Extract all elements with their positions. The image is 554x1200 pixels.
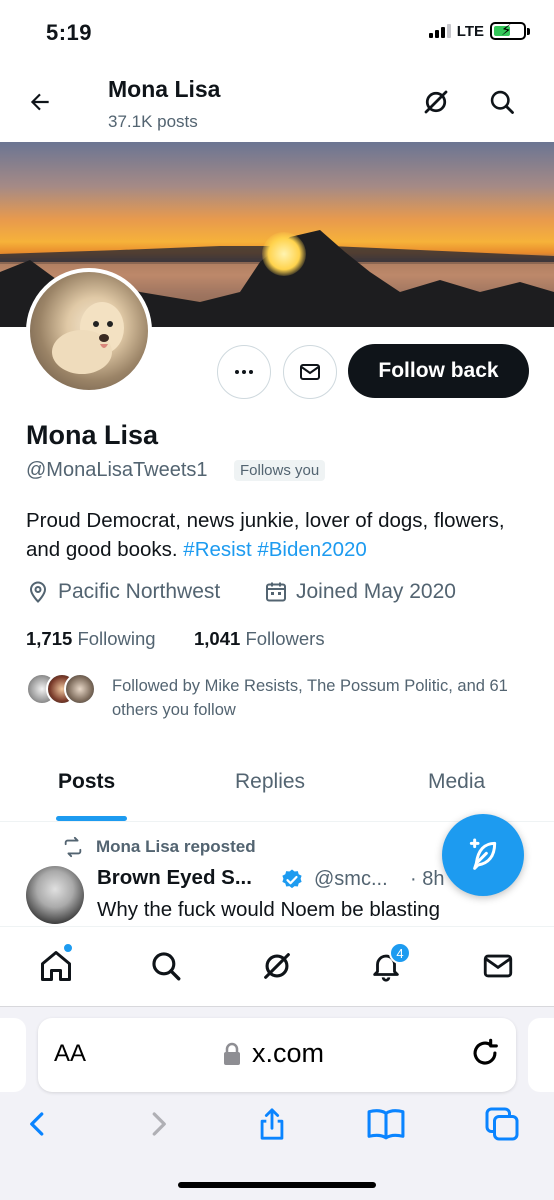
compose-feather-icon	[469, 838, 497, 870]
reload-icon[interactable]	[468, 1036, 502, 1070]
status-time: 5:19	[46, 20, 93, 45]
sun-glow	[262, 232, 306, 276]
share-icon	[260, 1108, 284, 1140]
share-button[interactable]	[252, 1104, 292, 1144]
follow-back-button[interactable]: Follow back	[348, 344, 529, 398]
header-post-count: 37.1K posts	[108, 112, 198, 131]
display-name: Mona Lisa	[26, 420, 159, 450]
home-indicator	[178, 1182, 376, 1188]
nav-messages[interactable]	[478, 946, 518, 986]
signal-icon	[428, 24, 451, 38]
mail-icon	[300, 364, 320, 380]
tab-posts[interactable]: Posts	[58, 770, 115, 794]
chevron-right-icon	[152, 1112, 166, 1136]
chevron-left-icon	[30, 1112, 44, 1136]
repost-label: Mona Lisa reposted	[96, 837, 256, 856]
browser-forward-button[interactable]	[138, 1104, 178, 1144]
arrow-left-icon	[30, 93, 49, 111]
book-icon	[367, 1109, 405, 1140]
profile-location: Pacific Northwest	[26, 580, 220, 604]
tab-replies[interactable]: Replies	[235, 770, 305, 794]
message-button[interactable]	[283, 345, 337, 399]
tabs-icon	[485, 1107, 519, 1141]
user-handle: @MonaLisaTweets1	[26, 459, 208, 481]
followers-label: Followers	[245, 628, 325, 649]
browser-back-button[interactable]	[18, 1104, 58, 1144]
page-settings-button[interactable]: AA	[54, 1040, 86, 1068]
nav-search[interactable]	[146, 946, 186, 986]
repost-indicator: Mona Lisa reposted	[62, 836, 256, 858]
more-icon	[235, 370, 253, 374]
mutual-avatar	[64, 673, 96, 705]
lock-icon	[224, 1042, 240, 1065]
profile-bio: Proud Democrat, news junkie, lover of do…	[26, 506, 536, 564]
tab-media[interactable]: Media	[428, 770, 485, 794]
followers-stat[interactable]: 1,041 Followers	[194, 628, 325, 650]
location-pin-icon	[29, 581, 47, 603]
status-indicators: LTE ⚡	[428, 22, 530, 40]
following-count: 1,715	[26, 628, 73, 649]
post-author-name[interactable]: Brown Eyed S...	[97, 866, 252, 890]
verified-badge-icon	[282, 869, 302, 889]
following-label: Following	[77, 628, 156, 649]
grok-icon	[424, 90, 448, 114]
post-author-handle: @smc...	[314, 868, 388, 890]
followed-by-text[interactable]: Followed by Mike Resists, The Possum Pol…	[112, 674, 532, 722]
search-icon	[490, 90, 514, 114]
profile-joined: Joined May 2020	[264, 580, 456, 604]
url-text: x.com	[252, 1038, 325, 1068]
adjacent-tab-left[interactable]	[0, 1018, 26, 1092]
nav-grok[interactable]	[257, 946, 297, 986]
search-icon	[152, 952, 181, 981]
mail-icon	[483, 954, 513, 978]
calendar-icon	[266, 582, 286, 602]
tabs-button[interactable]	[482, 1104, 522, 1144]
compose-post-button[interactable]	[442, 814, 524, 896]
network-label: LTE	[456, 22, 484, 40]
profile-avatar[interactable]	[26, 268, 152, 394]
grok-icon	[264, 953, 290, 979]
header-title: Mona Lisa	[108, 76, 221, 102]
grok-button[interactable]	[418, 84, 454, 120]
back-button[interactable]	[24, 86, 56, 118]
adjacent-tab-right[interactable]	[528, 1018, 554, 1092]
bookmarks-button[interactable]	[366, 1104, 406, 1144]
following-stat[interactable]: 1,715 Following	[26, 628, 156, 650]
post-text[interactable]: Why the fuck would Noem be blasting	[97, 898, 440, 922]
post-timestamp: · 8h	[410, 868, 445, 890]
location-text: Pacific Northwest	[58, 580, 221, 603]
post-author-avatar[interactable]	[26, 866, 84, 924]
joined-text: Joined May 2020	[296, 580, 456, 603]
search-button[interactable]	[484, 84, 520, 120]
notifications-badge: 4	[389, 942, 411, 964]
hashtag-link[interactable]: #Resist	[183, 538, 251, 561]
battery-icon: ⚡	[490, 22, 530, 40]
followers-count: 1,041	[194, 628, 241, 649]
hashtag-link[interactable]: #Biden2020	[257, 538, 366, 561]
url-display[interactable]: x.com	[222, 1038, 324, 1069]
follows-you-badge: Follows you	[234, 460, 326, 481]
more-options-button[interactable]	[217, 345, 271, 399]
repost-icon	[64, 836, 82, 858]
home-new-dot	[62, 942, 74, 954]
